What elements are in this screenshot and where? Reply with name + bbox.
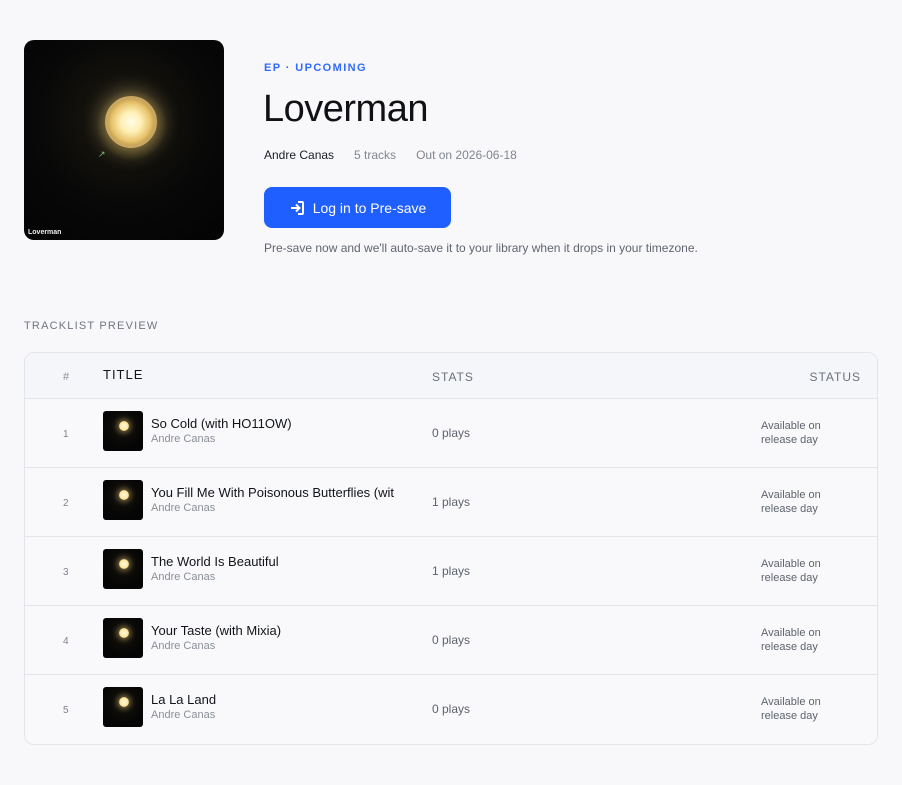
track-plays: 0 plays (432, 702, 471, 716)
track-status: Available on release day (761, 558, 821, 584)
table-row[interactable]: 2 You Fill Me With Poisonous Butterflies… (25, 468, 877, 537)
track-plays: 1 plays (432, 564, 471, 578)
track-thumbnail (103, 618, 143, 658)
track-artist[interactable]: Andre Canas (151, 640, 215, 652)
track-artist[interactable]: Andre Canas (151, 709, 215, 721)
track-status: Available on release day (761, 696, 821, 722)
track-thumbnail (103, 687, 143, 727)
table-row[interactable]: 4 Your Taste (with Mixia) Andre Canas 0 … (25, 606, 877, 675)
track-thumbnail (103, 480, 143, 520)
release-page: ↗ Loverman EP · UPCOMING Loverman Andre … (0, 0, 902, 785)
track-status: Available on release day (761, 420, 821, 446)
presave-note: Pre-save now and we'll auto-save it to y… (264, 241, 698, 255)
presave-login-button[interactable]: Log in to Pre-save (264, 187, 451, 228)
track-title[interactable]: So Cold (with HO11OW) (151, 416, 421, 431)
table-row[interactable]: 3 The World Is Beautiful Andre Canas 1 p… (25, 537, 877, 606)
release-title: Loverman (263, 88, 428, 130)
login-arrow-icon (290, 200, 304, 215)
track-status: Available on release day (761, 489, 821, 515)
tracklist-table: # TITLE STATS STATUS 1 So Cold (with HO1… (24, 352, 878, 745)
track-plays: 0 plays (432, 426, 471, 440)
track-artist[interactable]: Andre Canas (151, 571, 215, 583)
header-number: # (63, 371, 71, 383)
sparkle-icon: ↗ (98, 150, 106, 160)
track-count: 5 tracks (354, 148, 397, 162)
track-title[interactable]: The World Is Beautiful (151, 554, 421, 569)
artist-name[interactable]: Andre Canas (264, 148, 334, 162)
track-title[interactable]: La La Land (151, 692, 421, 707)
header-stats: STATS (432, 370, 474, 384)
cover-lamp (105, 96, 157, 148)
track-title[interactable]: Your Taste (with Mixia) (151, 623, 421, 638)
track-number: 1 (63, 429, 69, 440)
tracklist-heading: TRACKLIST PREVIEW (24, 320, 159, 332)
track-title[interactable]: You Fill Me With Poisonous Butterflies (… (151, 485, 421, 500)
track-thumbnail (103, 411, 143, 451)
track-number: 2 (63, 498, 69, 509)
track-plays: 0 plays (432, 633, 471, 647)
table-row[interactable]: 1 So Cold (with HO11OW) Andre Canas 0 pl… (25, 399, 877, 468)
cover-caption: Loverman (28, 229, 62, 236)
track-plays: 1 plays (432, 495, 471, 509)
track-artist[interactable]: Andre Canas (151, 502, 215, 514)
track-number: 3 (63, 567, 69, 578)
cover-art: ↗ Loverman (24, 40, 224, 240)
presave-button-label: Log in to Pre-save (312, 199, 427, 216)
release-meta: Andre Canas 5 tracks Out on 2026-06-18 (264, 148, 517, 162)
table-row[interactable]: 5 La La Land Andre Canas 0 plays Availab… (25, 675, 877, 744)
header-title: TITLE (103, 367, 144, 382)
track-artist[interactable]: Andre Canas (151, 433, 215, 445)
release-type-label: EP · UPCOMING (264, 62, 367, 74)
track-number: 5 (63, 705, 69, 716)
release-date: Out on 2026-06-18 (416, 148, 517, 162)
header-status: STATUS (809, 370, 861, 384)
track-thumbnail (103, 549, 143, 589)
table-header: # TITLE STATS STATUS (25, 353, 877, 399)
track-number: 4 (63, 636, 69, 647)
track-status: Available on release day (761, 627, 821, 653)
